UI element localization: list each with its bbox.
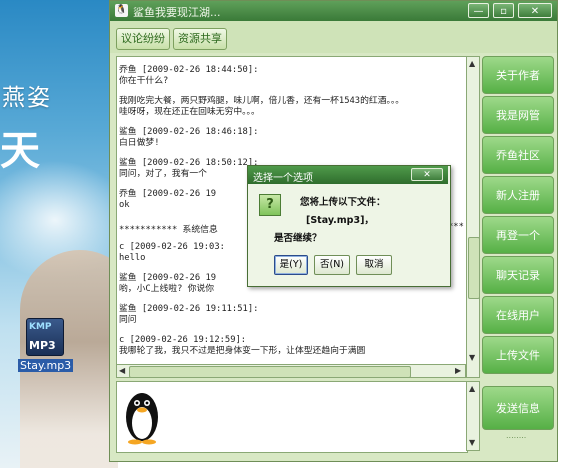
file-icon-label[interactable]: Stay.mp3 <box>18 359 74 372</box>
app-penguin-icon: 🐧 <box>115 4 128 17</box>
input-scrollbar[interactable]: ▲ ▼ <box>466 381 480 451</box>
community-button[interactable]: 乔鱼社区 <box>482 136 554 174</box>
chat-history-button[interactable]: 聊天记录 <box>482 256 554 294</box>
question-icon: ? <box>259 194 281 216</box>
upload-confirm-dialog: 选择一个选项 ✕ ? 您将上传以下文件： [Stay.mp3]， 是否继续？ 是… <box>247 165 451 287</box>
dialog-titlebar[interactable]: 选择一个选项 ✕ <box>248 166 448 184</box>
wallpaper-text: 燕姿 <box>2 85 52 111</box>
chat-message: 我刚吃完大餐，两只野鸡腿，味儿啊，倍儿香，还有一杯1543的红酒。。。 哇呀呀，… <box>119 96 405 117</box>
close-button[interactable]: ✕ <box>518 3 552 18</box>
system-message: *********** 系统信息 <box>119 225 218 235</box>
chat-message: c [2009-02-26 19:12:59]: 我哪轮了我，我只不过是把身体变… <box>119 335 366 356</box>
window-titlebar[interactable]: 🐧 鲨鱼我要现江湖... — ▫ ✕ <box>110 1 557 21</box>
wallpaper-text-large: 天 <box>0 128 40 174</box>
scroll-up-icon[interactable]: ▲ <box>469 59 475 68</box>
dialog-message-line3: 是否继续？ <box>274 233 322 244</box>
chat-message: 鲨鱼 [2009-02-26 19:11:51]: 同问 <box>119 304 259 325</box>
chat-message: 乔鱼 [2009-02-26 18:44:50]: 你在干什么? <box>119 65 259 86</box>
dialog-file-name: [Stay.mp3]， <box>306 215 374 226</box>
scroll-up-icon[interactable]: ▲ <box>469 384 475 393</box>
chat-vertical-scrollbar[interactable]: ▲ ▼ <box>466 56 480 378</box>
scroll-left-icon[interactable]: ◀ <box>119 366 125 375</box>
chat-message: 鲨鱼 [2009-02-26 18:46:18]: 白日做梦! <box>119 127 259 148</box>
message-input[interactable] <box>116 381 468 453</box>
scroll-right-icon[interactable]: ▶ <box>455 366 461 375</box>
send-dots: ........ <box>506 431 527 440</box>
chat-message: c [2009-02-26 19:03: hello <box>119 242 225 263</box>
mp3-file-icon[interactable]: KMP MP3 <box>26 318 64 356</box>
dialog-close-button[interactable]: ✕ <box>411 168 443 181</box>
top-toolbar: 议论纷纷 资源共享 <box>110 21 557 53</box>
discuss-button[interactable]: 议论纷纷 <box>116 28 170 50</box>
dialog-message-line1: 您将上传以下文件： <box>300 197 386 208</box>
chat-message: 鲨鱼 [2009-02-26 18:50:12]: 同问，对了，我有一个 <box>119 158 259 179</box>
dialog-yes-button[interactable]: 是(Y) <box>274 255 308 275</box>
desktop-wallpaper: 燕姿 天 KMP MP3 Stay.mp3 <box>0 0 118 468</box>
register-button[interactable]: 新人注册 <box>482 176 554 214</box>
penguin-avatar-icon <box>126 393 158 445</box>
mp3-format-text: MP3 <box>29 339 56 352</box>
admin-button[interactable]: 我是网管 <box>482 96 554 134</box>
minimize-button[interactable]: — <box>468 3 489 18</box>
chat-message: 乔鱼 [2009-02-26 19 ok <box>119 189 217 210</box>
scroll-down-icon[interactable]: ▼ <box>469 438 475 447</box>
maximize-button[interactable]: ▫ <box>493 3 514 18</box>
send-message-button[interactable]: 发送信息 <box>482 386 554 430</box>
upload-file-button[interactable]: 上传文件 <box>482 336 554 374</box>
online-users-button[interactable]: 在线用户 <box>482 296 554 334</box>
resource-share-button[interactable]: 资源共享 <box>173 28 227 50</box>
window-title: 鲨鱼我要现江湖... <box>133 6 221 19</box>
dialog-no-button[interactable]: 否(N) <box>314 255 350 275</box>
dialog-cancel-button[interactable]: 取消 <box>356 255 392 275</box>
scroll-thumb[interactable] <box>129 366 411 378</box>
login-again-button[interactable]: 再登一个 <box>482 216 554 254</box>
chat-horizontal-scrollbar[interactable]: ◀ ▶ <box>116 364 466 378</box>
scroll-thumb[interactable] <box>468 237 480 299</box>
about-author-button[interactable]: 关于作者 <box>482 56 554 94</box>
scroll-down-icon[interactable]: ▼ <box>469 353 475 362</box>
chat-message: 鲨鱼 [2009-02-26 19 哟，小C上线啦? 你说你 <box>119 273 217 294</box>
kmp-badge: KMP <box>29 322 52 332</box>
dialog-title: 选择一个选项 <box>253 173 313 184</box>
